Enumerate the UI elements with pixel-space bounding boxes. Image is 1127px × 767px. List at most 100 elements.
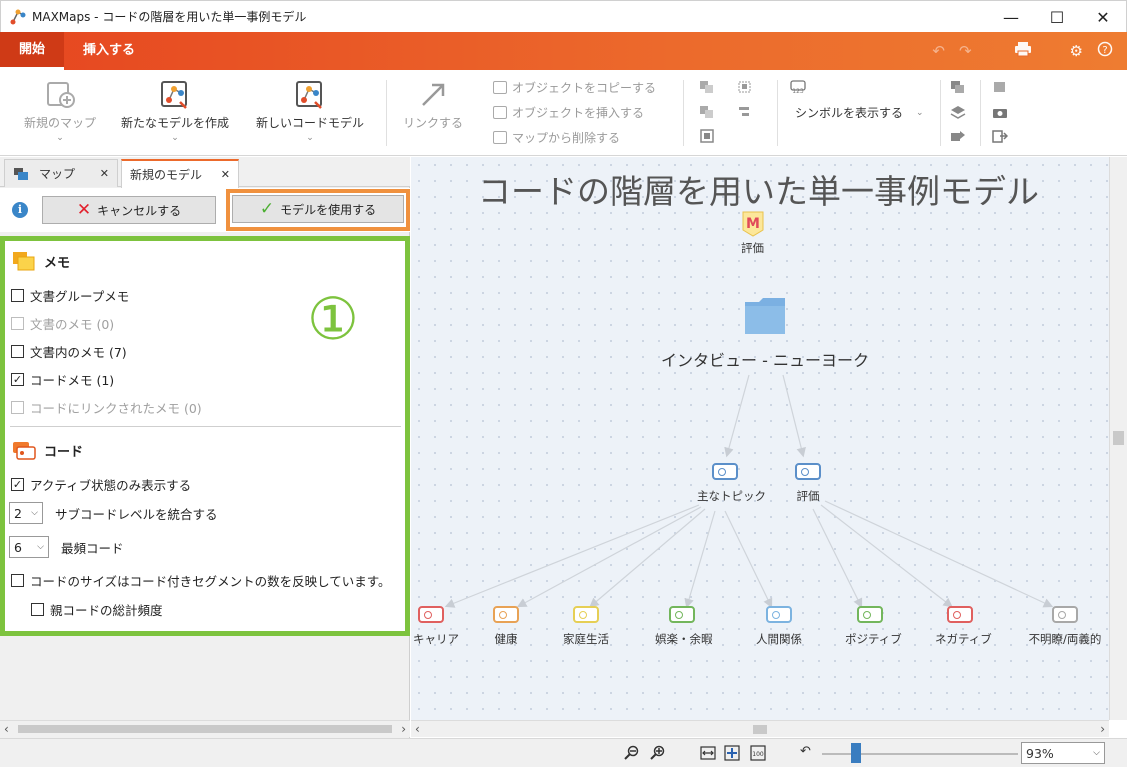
memo-option-3[interactable]: 文書内のメモ (7) <box>11 342 127 361</box>
print-icon[interactable] <box>1014 41 1032 61</box>
link-arrow-icon <box>418 80 448 110</box>
tab-new-model[interactable]: 新規のモデル ✕ <box>121 159 239 188</box>
move-icon[interactable] <box>950 129 966 143</box>
document-node[interactable]: インタビュー - ニューヨーク <box>661 297 869 371</box>
subcode-level-select[interactable]: 2 ⌵ <box>9 502 43 524</box>
fit-width-icon[interactable] <box>700 745 716 761</box>
code-node-ambiguous[interactable]: 不明瞭/両義的 <box>1025 606 1105 647</box>
checkbox[interactable] <box>11 345 24 358</box>
zoom-in-icon[interactable] <box>650 745 666 761</box>
close-tab-icon[interactable]: ✕ <box>100 167 109 180</box>
code-node-label: 人間関係 <box>756 632 802 646</box>
scroll-right-icon[interactable]: › <box>401 722 406 736</box>
memo-node[interactable]: M 評価 <box>741 211 764 256</box>
checkbox-checked[interactable]: ✓ <box>11 373 24 386</box>
code-node-main-topic[interactable]: 主なトピック <box>697 463 766 504</box>
size-reflects-option[interactable]: コードのサイズはコード付きセグメントの数を反映しています。 <box>11 571 391 590</box>
scroll-thumb[interactable] <box>1113 431 1124 445</box>
remove-from-map-button[interactable]: マップから削除する <box>493 129 620 146</box>
info-icon[interactable]: i <box>12 202 28 218</box>
create-model-button[interactable]: 新たなモデルを作成 ⌄ <box>116 76 234 143</box>
chevron-down-icon: ⌄ <box>916 107 924 118</box>
close-tab-icon[interactable]: ✕ <box>221 168 230 181</box>
memo-option-1[interactable]: 文書グループメモ <box>11 286 129 305</box>
tab-start[interactable]: 開始 <box>0 32 65 70</box>
zoom-out-icon[interactable] <box>624 745 640 761</box>
checkbox[interactable] <box>11 289 24 302</box>
parent-total-option[interactable]: 親コードの総計頻度 <box>31 600 163 619</box>
memo-option-2: 文書のメモ (0) <box>11 314 114 333</box>
scroll-thumb[interactable] <box>18 725 392 733</box>
new-code-model-button[interactable]: 新しいコードモデル ⌄ <box>250 76 370 143</box>
chevron-down-icon: ⌄ <box>306 133 314 143</box>
tab-insert[interactable]: 挿入する <box>64 32 154 70</box>
arrange-icon[interactable] <box>699 80 715 94</box>
align-icon[interactable] <box>737 105 753 119</box>
show-symbol-label: シンボルを表示する <box>795 106 904 120</box>
code-node-family-life[interactable]: 家庭生活 <box>561 606 611 647</box>
checkbox[interactable] <box>31 603 44 616</box>
export-icon[interactable] <box>992 129 1008 143</box>
ribbon-separator <box>386 80 387 146</box>
link-button[interactable]: リンクする <box>398 76 468 131</box>
code-node-relationships[interactable]: 人間関係 <box>754 606 804 647</box>
tab-map[interactable]: マップ ✕ <box>4 159 118 187</box>
code-node-health[interactable]: 健康 <box>491 606 521 647</box>
code-tag-icon <box>947 606 973 623</box>
camera-icon[interactable] <box>992 105 1008 119</box>
code-icon <box>13 442 36 460</box>
gear-icon[interactable]: ⚙ <box>1070 42 1083 60</box>
undo-icon[interactable]: ↶ <box>932 42 945 60</box>
new-map-button[interactable]: 新規のマップ ⌄ <box>18 76 102 143</box>
create-model-icon <box>160 80 190 110</box>
ribbon-separator <box>980 80 981 146</box>
checkbox <box>11 317 24 330</box>
code-node-label: 家庭生活 <box>563 632 609 646</box>
scroll-thumb[interactable] <box>753 725 767 734</box>
copy-object-button[interactable]: オブジェクトをコピーする <box>493 79 656 96</box>
map-canvas[interactable]: コードの階層を用いた単一事例モデル M 評価 インタビュー - ニューヨーク 主… <box>411 157 1109 720</box>
canvas-horizontal-scrollbar[interactable]: ‹ › <box>411 720 1109 737</box>
actual-size-icon[interactable]: 100 <box>750 745 766 761</box>
window-title: MAXMaps - コードの階層を用いた単一事例モデル <box>32 10 307 24</box>
select-icon[interactable] <box>737 80 753 94</box>
fit-icon[interactable] <box>699 129 715 143</box>
left-horizontal-scrollbar[interactable]: ‹ › <box>0 720 410 737</box>
checkbox-checked[interactable]: ✓ <box>11 478 24 491</box>
code-node-career[interactable]: キャリア <box>413 606 459 647</box>
maximize-button[interactable]: ☐ <box>1034 1 1080 33</box>
code-node-label: キャリア <box>413 632 459 646</box>
zoom-select[interactable]: 93% ⌵ <box>1021 742 1105 764</box>
insert-object-label: オブジェクトを挿入する <box>512 106 645 120</box>
close-button[interactable]: ✕ <box>1080 1 1126 33</box>
puzzle-icon[interactable] <box>992 80 1008 94</box>
code-node-positive[interactable]: ポジティブ <box>845 606 902 647</box>
code-node-evaluation[interactable]: 評価 <box>783 463 833 504</box>
code-section-title: コード <box>44 444 84 460</box>
active-only-option[interactable]: ✓ アクティブ状態のみ表示する <box>11 475 191 494</box>
show-symbol-dropdown[interactable]: シンボルを表示する ⌄ <box>795 104 924 121</box>
group-icon[interactable] <box>699 105 715 119</box>
most-frequent-select[interactable]: 6 ⌵ <box>9 536 49 558</box>
memo-option-5: コードにリンクされたメモ (0) <box>11 398 202 417</box>
layers-icon[interactable] <box>950 80 966 94</box>
canvas-vertical-scrollbar[interactable] <box>1109 157 1127 720</box>
help-icon[interactable]: ? <box>1097 41 1113 61</box>
stack-icon[interactable] <box>950 105 966 119</box>
memo-option-4[interactable]: ✓ コードメモ (1) <box>11 370 114 389</box>
reset-zoom-icon[interactable]: ↶ <box>800 744 811 759</box>
code-tag-icon <box>418 606 444 623</box>
scroll-left-icon[interactable]: ‹ <box>4 722 9 736</box>
scroll-left-icon[interactable]: ‹ <box>415 722 420 736</box>
zoom-slider-thumb[interactable] <box>851 743 861 763</box>
redo-icon[interactable]: ↷ <box>959 42 972 60</box>
insert-object-button[interactable]: オブジェクトを挿入する <box>493 104 644 121</box>
minimize-button[interactable]: — <box>988 1 1034 33</box>
cancel-button[interactable]: ✕ キャンセルする <box>42 196 216 224</box>
chevron-down-icon: ⌵ <box>31 508 38 518</box>
scroll-right-icon[interactable]: › <box>1100 722 1105 736</box>
fit-page-icon[interactable] <box>724 745 740 761</box>
code-node-leisure[interactable]: 娯楽・余暇 <box>655 606 713 647</box>
code-node-negative[interactable]: ネガティブ <box>935 606 992 647</box>
checkbox[interactable] <box>11 574 24 587</box>
